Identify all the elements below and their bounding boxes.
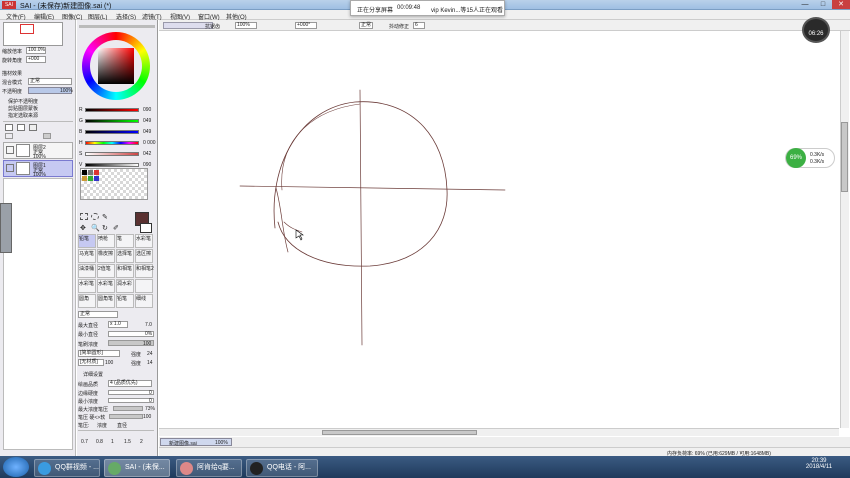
document-tab-name: 新建图像.sai xyxy=(169,441,197,447)
horizontal-scroll-thumb[interactable] xyxy=(322,430,477,435)
sketch-drawing xyxy=(239,89,506,346)
jaw-stroke xyxy=(275,187,289,253)
cheek-stroke xyxy=(283,221,303,233)
vertical-guide-line xyxy=(359,89,363,346)
taskbar-item[interactable]: 阿肯给q要... xyxy=(176,459,242,477)
horizontal-guide-line xyxy=(239,185,506,191)
document-tab[interactable]: 新建图像.sai 100% xyxy=(160,438,232,447)
vertical-scroll-thumb[interactable] xyxy=(841,122,848,192)
net-up: 0.3K/s xyxy=(810,152,825,158)
horizontal-scrollbar[interactable] xyxy=(159,428,839,436)
head-circle-overstroke xyxy=(281,103,361,191)
document-tab-zoom: 100% xyxy=(215,440,228,446)
qq-penguin-icon xyxy=(250,462,263,475)
windows-start-button[interactable] xyxy=(3,457,29,477)
net-down: 0.3K/s xyxy=(810,159,825,165)
document-tab-bar xyxy=(159,437,850,447)
mouse-cursor-icon xyxy=(295,229,304,241)
taskbar-item-active[interactable]: SAI - (未保... xyxy=(104,459,170,477)
qq-icon xyxy=(38,462,51,475)
recording-timer[interactable]: 06:26 xyxy=(802,17,830,43)
taskbar-item[interactable]: QQ电话 - 阿... xyxy=(246,459,318,477)
sketch-strokes xyxy=(239,89,506,346)
net-percent-badge: 69% xyxy=(786,148,806,168)
taskbar-item[interactable]: QQ群视频 - ... xyxy=(34,459,100,477)
clock-date: 2018/4/11 xyxy=(805,464,833,470)
avatar-icon xyxy=(180,462,193,475)
sai-icon xyxy=(108,462,121,475)
taskbar-clock[interactable]: 20:39 2018/4/11 xyxy=(790,458,848,470)
system-tray[interactable] xyxy=(700,462,785,472)
status-bar: 内存负荷率: 69% (已用:629MB / 可用:1648MB) xyxy=(159,447,850,457)
vertical-scrollbar[interactable] xyxy=(840,31,849,428)
